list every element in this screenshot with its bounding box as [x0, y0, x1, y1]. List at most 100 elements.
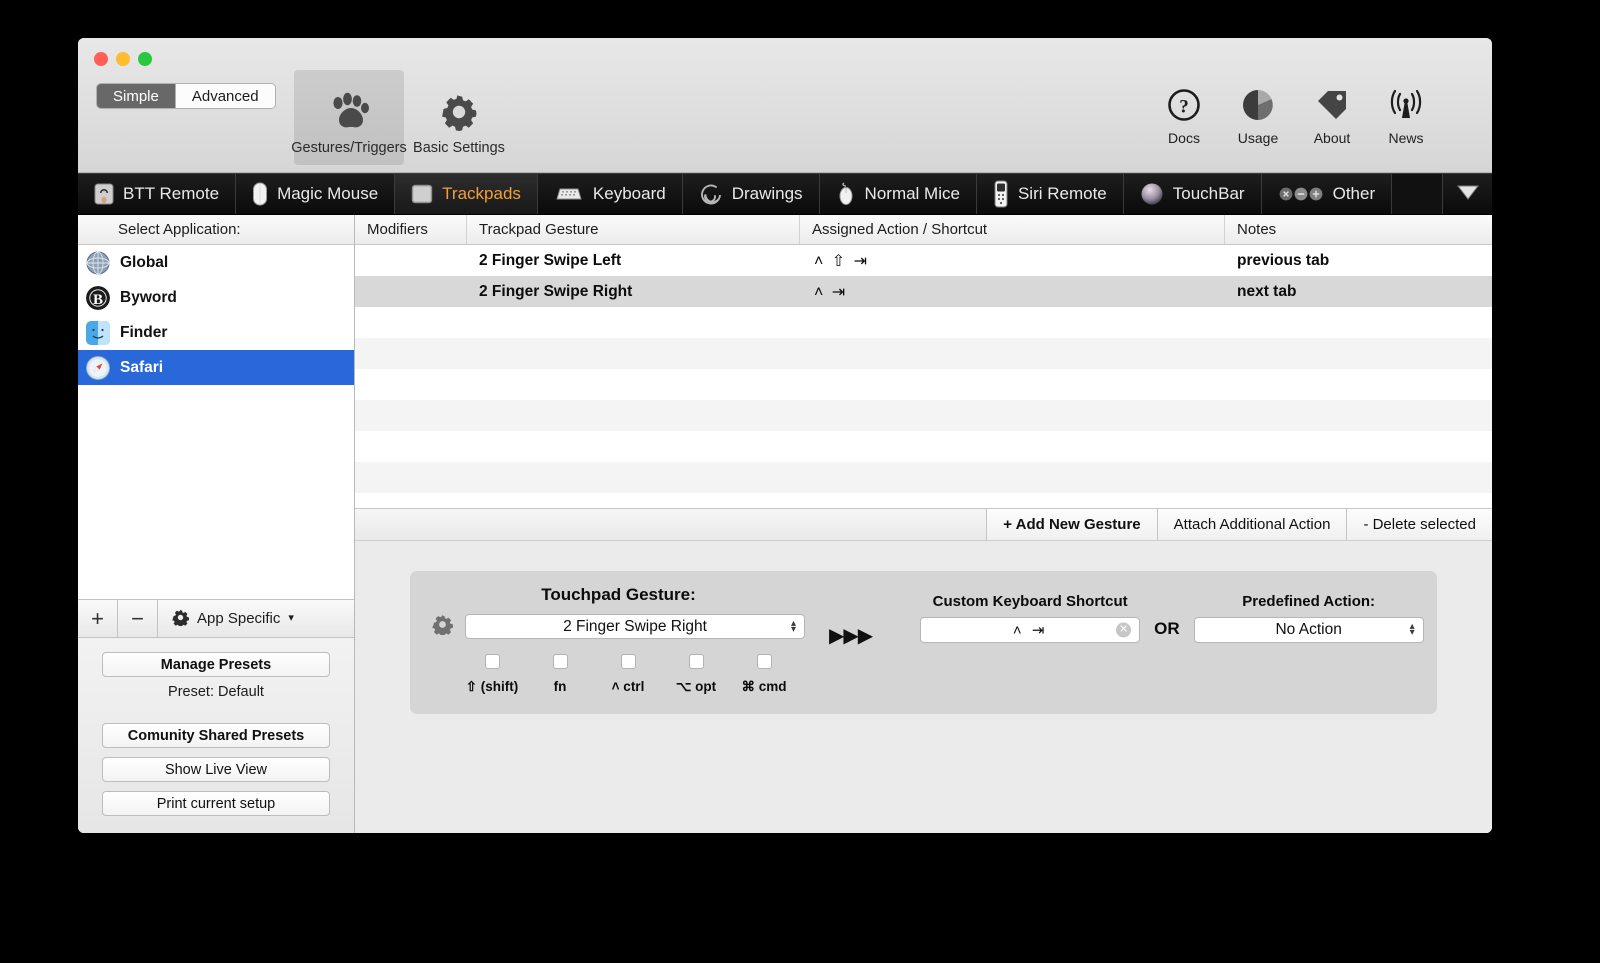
cell-gesture: 2 Finger Swipe Right — [479, 282, 633, 300]
table-row-empty[interactable] — [355, 307, 1492, 338]
tab-siri-remote[interactable]: Siri Remote — [976, 174, 1124, 214]
tab-label: Siri Remote — [1017, 184, 1107, 203]
maximize-button[interactable] — [138, 52, 152, 66]
table-row-empty[interactable] — [355, 369, 1492, 400]
shift-label: ⇧ (shift) — [465, 678, 519, 694]
predefined-action-select[interactable]: No Action ▴ ▾ — [1193, 616, 1424, 643]
minimize-button[interactable] — [116, 52, 130, 66]
mode-segmented-control[interactable]: Simple Advanced — [96, 83, 276, 109]
delete-selected-button[interactable]: - Delete selected — [1346, 508, 1492, 540]
stepper-down[interactable]: ▾ — [791, 624, 796, 634]
ctrl-label: ˄ ctrl — [611, 678, 645, 694]
tab-keyboard[interactable]: Keyboard — [537, 174, 683, 214]
window-controls — [94, 52, 152, 66]
table-row-empty[interactable] — [355, 400, 1492, 431]
tab-drawings[interactable]: Drawings — [682, 174, 820, 214]
segment-simple[interactable]: Simple — [97, 84, 176, 108]
trackpad-icon — [411, 184, 433, 204]
custom-shortcut-input[interactable]: ˄ ⇥ ✕ — [920, 616, 1141, 643]
stepper-icon[interactable]: ▴ ▾ — [1410, 621, 1415, 637]
tab-btt-remote[interactable]: BTT Remote — [78, 174, 237, 214]
tab-trackpads[interactable]: Trackpads — [395, 174, 538, 214]
finder-icon — [86, 320, 110, 345]
keyboard-icon — [554, 186, 584, 202]
table-row-empty[interactable] — [355, 462, 1492, 493]
manage-presets-button[interactable]: Manage Presets — [102, 652, 330, 677]
modifier-opt[interactable]: ⌥ opt — [662, 653, 730, 695]
news-button[interactable]: News — [1380, 84, 1432, 146]
sidebar-item-byword[interactable]: B Byword — [78, 280, 354, 315]
print-setup-button[interactable]: Print current setup — [102, 791, 330, 816]
tab-overflow-button[interactable] — [1442, 174, 1492, 214]
gear-icon[interactable] — [432, 613, 454, 640]
attach-additional-action-button[interactable]: Attach Additional Action — [1156, 508, 1347, 540]
add-application-button[interactable]: + — [78, 600, 118, 637]
mode-button-group: Gestures/Triggers Basic Settings — [291, 70, 514, 165]
modifier-ctrl[interactable]: ˄ ctrl — [594, 653, 662, 695]
news-label: News — [1388, 130, 1424, 146]
modifier-shift[interactable]: ⇧ (shift) — [458, 653, 526, 695]
safari-icon — [86, 355, 110, 380]
question-circle-icon: ? — [1167, 84, 1201, 126]
sidebar-item-finder[interactable]: Finder — [78, 315, 354, 350]
help-button-group: ? Docs Usage About News — [1158, 84, 1432, 146]
column-header-notes[interactable]: Notes — [1225, 215, 1492, 244]
app-specific-label: App Specific — [197, 610, 281, 627]
touchbar-icon — [1140, 182, 1164, 206]
table-row-empty[interactable] — [355, 431, 1492, 462]
shift-checkbox[interactable] — [484, 653, 500, 669]
gesture-select[interactable]: 2 Finger Swipe Right ▴ ▾ — [465, 614, 805, 639]
modifier-cmd[interactable]: ⌘ cmd — [730, 653, 798, 695]
tab-label: Keyboard — [592, 184, 666, 203]
tab-normal-mice[interactable]: Normal Mice — [819, 174, 977, 214]
titlebar: Simple Advanced Gestures/Triggers Basic … — [78, 38, 1492, 173]
app-specific-menu[interactable]: App Specific ▾ — [158, 600, 354, 637]
cell-notes: previous tab — [1237, 251, 1330, 269]
show-live-view-button[interactable]: Show Live View — [102, 757, 330, 782]
opt-label: ⌥ opt — [675, 678, 717, 694]
mode-button-gestures-triggers[interactable]: Gestures/Triggers — [291, 70, 407, 165]
fn-checkbox[interactable] — [552, 653, 568, 669]
modifier-fn[interactable]: fn — [526, 653, 594, 695]
tab-label: BTT Remote — [123, 184, 220, 203]
close-button[interactable] — [94, 52, 108, 66]
sidebar-item-safari[interactable]: Safari — [78, 350, 354, 385]
column-header-modifiers[interactable]: Modifiers — [355, 215, 467, 244]
mode-button-basic-settings[interactable]: Basic Settings — [404, 70, 514, 165]
modifier-checkbox-group: ⇧ (shift) fn ˄ ctrl ⌥ opt ⌘ cmd — [432, 653, 805, 695]
tab-touchbar[interactable]: TouchBar — [1123, 174, 1262, 214]
sidebar-toolbar: + − App Specific ▾ — [78, 599, 354, 637]
sidebar-item-global[interactable]: Global — [78, 245, 354, 280]
table-row[interactable]: 2 Finger Swipe Right ˄ ⇥ next tab — [355, 276, 1492, 307]
gesture-panel: Modifiers Trackpad Gesture Assigned Acti… — [355, 215, 1492, 833]
app-window: Simple Advanced Gestures/Triggers Basic … — [78, 38, 1492, 833]
ctrl-checkbox[interactable] — [620, 653, 636, 669]
stepper-down[interactable]: ▾ — [1410, 627, 1415, 637]
gesture-select-value: 2 Finger Swipe Right — [563, 617, 707, 635]
device-tab-bar: BTT Remote Magic Mouse Trackpads Keyboar… — [78, 173, 1492, 215]
column-header-action[interactable]: Assigned Action / Shortcut — [800, 215, 1225, 244]
tab-magic-mouse[interactable]: Magic Mouse — [236, 174, 396, 214]
community-presets-button[interactable]: Comunity Shared Presets — [102, 723, 330, 748]
cmd-checkbox[interactable] — [756, 653, 772, 669]
table-row-empty[interactable] — [355, 493, 1492, 508]
clear-circle-icon[interactable]: ✕ — [1116, 622, 1132, 637]
chevron-down-icon — [1456, 183, 1480, 206]
stepper-icon[interactable]: ▴ ▾ — [791, 618, 796, 634]
opt-checkbox[interactable] — [688, 653, 704, 669]
tag-icon — [1314, 84, 1350, 126]
segment-advanced[interactable]: Advanced — [175, 84, 275, 108]
gesture-config-column: Touchpad Gesture: 2 Finger Swipe Right ▴… — [410, 571, 805, 695]
about-button[interactable]: About — [1306, 84, 1358, 146]
docs-button[interactable]: ? Docs — [1158, 84, 1210, 146]
spiral-icon — [699, 182, 723, 206]
add-new-gesture-button[interactable]: + Add New Gesture — [986, 508, 1157, 540]
column-header-gesture[interactable]: Trackpad Gesture — [467, 215, 800, 244]
predefined-action-label: Predefined Action: — [1242, 592, 1376, 610]
tab-other[interactable]: Other — [1261, 174, 1393, 214]
sidebar-header: Select Application: — [78, 215, 354, 245]
table-row[interactable]: 2 Finger Swipe Left ˄ ⇧ ⇥ previous tab — [355, 245, 1492, 276]
remove-application-button[interactable]: − — [118, 600, 158, 637]
usage-button[interactable]: Usage — [1232, 84, 1284, 146]
table-row-empty[interactable] — [355, 338, 1492, 369]
